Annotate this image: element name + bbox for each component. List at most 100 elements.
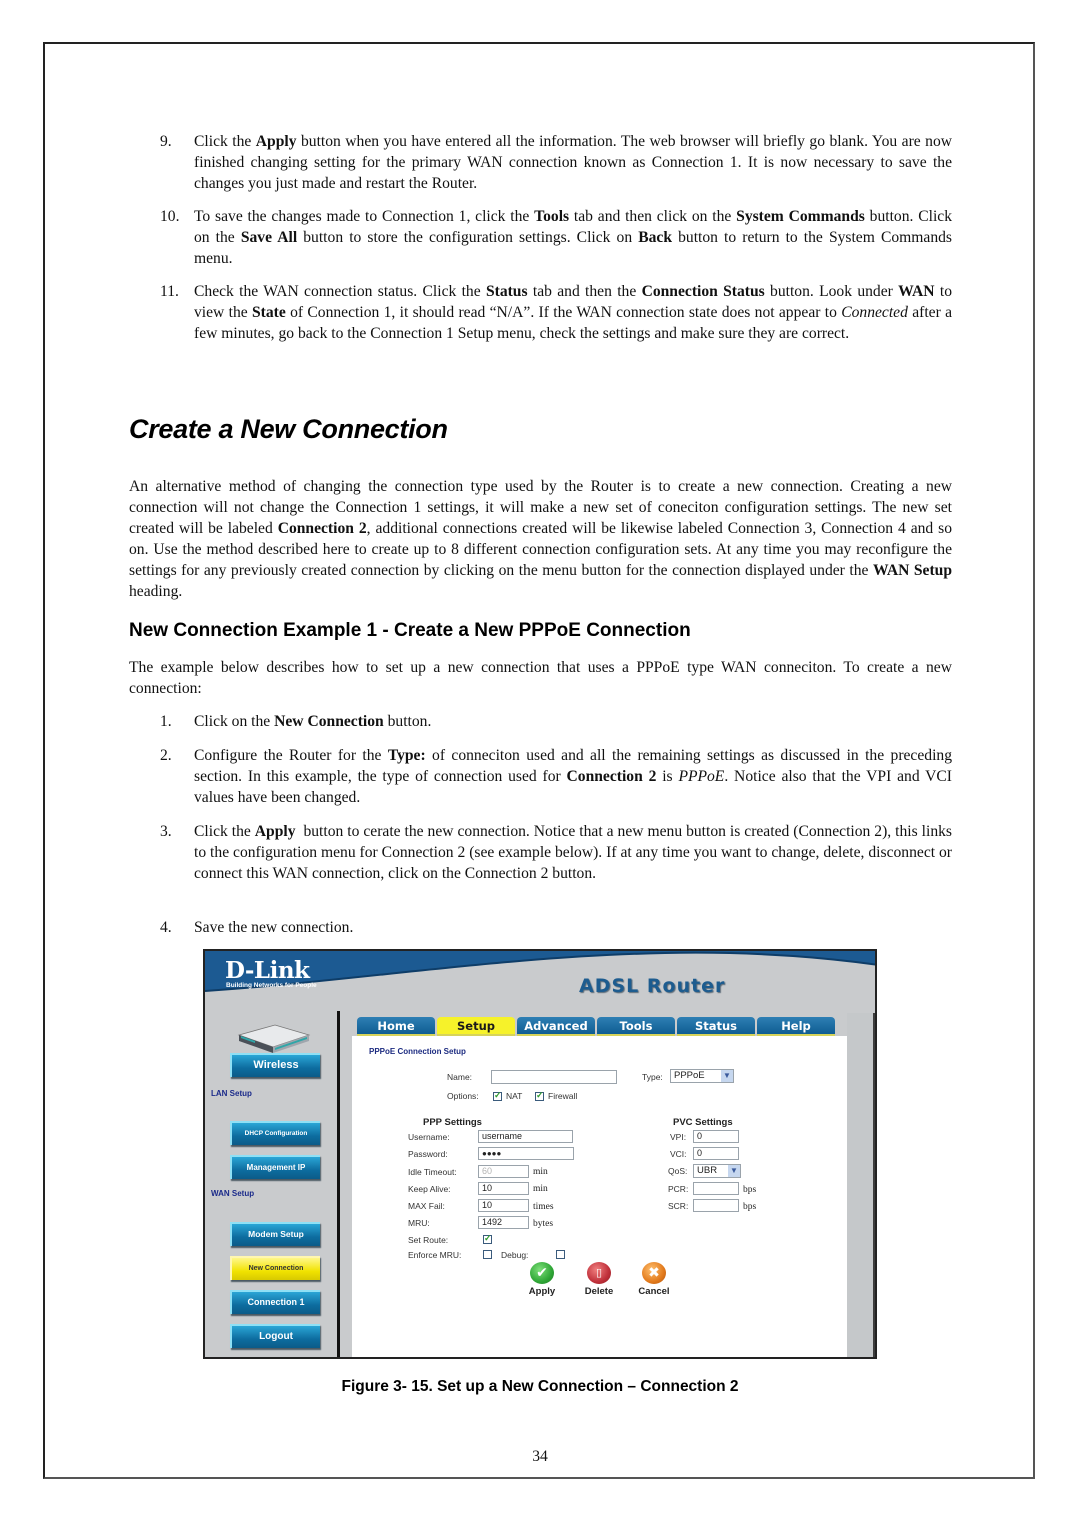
figure-caption: Figure 3- 15. Set up a New Connection – … — [341, 1378, 739, 1395]
pvc-settings-heading: PVC Settings — [673, 1117, 733, 1128]
step-9: 9. Click the Apply button when you have … — [160, 131, 952, 194]
apply-button[interactable]: ✔ Apply — [512, 1262, 572, 1297]
firewall-checkbox[interactable] — [535, 1090, 544, 1101]
router-device-icon — [237, 1024, 311, 1053]
sidebar-divider — [337, 1011, 340, 1357]
step-text: Check the WAN connection status. Click t… — [194, 283, 952, 342]
nat-checkbox[interactable] — [493, 1090, 502, 1101]
max-fail-input[interactable]: 10 — [478, 1199, 529, 1212]
router-screenshot: D-Link Building Networks for People ADSL… — [203, 949, 877, 1359]
debug-label: Debug: — [501, 1250, 529, 1260]
max-fail-label: MAX Fail: — [408, 1201, 445, 1211]
pcr-label: PCR: — [668, 1184, 689, 1194]
sidebar-dhcp-button[interactable]: DHCP Configuration — [230, 1121, 320, 1145]
enforce-mru-checkbox[interactable] — [483, 1250, 492, 1259]
mru-label: MRU: — [408, 1218, 430, 1228]
example-step-2: 2. Configure the Router for the Type: of… — [160, 745, 952, 808]
dlink-logo: D-Link — [225, 957, 310, 984]
sidebar-wireless-button[interactable]: Wireless — [230, 1053, 320, 1077]
tab-help[interactable]: Help — [757, 1017, 835, 1036]
scr-label: SCR: — [668, 1201, 689, 1211]
qos-select[interactable]: UBR ▼ — [693, 1164, 741, 1178]
set-route-checkbox[interactable] — [483, 1233, 492, 1244]
chevron-down-icon: ▼ — [728, 1165, 740, 1177]
vci-label: VCI: — [670, 1149, 687, 1159]
page-number: 34 — [532, 1448, 548, 1465]
scr-unit: bps — [743, 1202, 757, 1212]
firewall-label: Firewall — [548, 1091, 578, 1101]
sidebar-new-connection-button[interactable]: New Connection — [230, 1256, 320, 1280]
apply-label: Apply — [528, 1286, 556, 1297]
step-number: 2. — [160, 747, 172, 764]
tab-setup[interactable]: Setup — [437, 1017, 515, 1036]
scr-input[interactable] — [693, 1199, 739, 1212]
example-step-4: 4. Save the new connection. — [160, 917, 952, 938]
step-text: Click the Apply button to cerate the new… — [194, 823, 952, 882]
sidebar-logout-button[interactable]: Logout — [230, 1324, 320, 1348]
delete-button[interactable]: ▯ Delete — [569, 1262, 629, 1297]
x-icon: ✖ — [642, 1262, 666, 1284]
idle-timeout-label: Idle Timeout: — [408, 1167, 457, 1177]
step-text: Click the Apply button when you have ent… — [194, 133, 953, 192]
step-10: 10. To save the changes made to Connecti… — [160, 206, 952, 269]
name-input[interactable] — [491, 1070, 617, 1084]
keep-alive-label: Keep Alive: — [408, 1184, 451, 1194]
step-number: 11. — [160, 283, 179, 300]
sidebar-modem-setup-button[interactable]: Modem Setup — [230, 1222, 320, 1246]
dlink-tagline: Building Networks for People — [226, 982, 317, 989]
cancel-button[interactable]: ✖ Cancel — [624, 1262, 684, 1297]
step-number: 3. — [160, 823, 172, 840]
keep-alive-input[interactable]: 10 — [478, 1182, 529, 1195]
tab-advanced[interactable]: Advanced — [517, 1017, 595, 1036]
step-text: To save the changes made to Connection 1… — [194, 208, 952, 267]
step-number: 9. — [160, 133, 172, 150]
idle-timeout-input[interactable]: 60 — [478, 1165, 529, 1178]
intro-paragraph: An alternative method of changing the co… — [129, 478, 952, 600]
keep-alive-unit: min — [533, 1184, 548, 1194]
type-label: Type: — [642, 1072, 663, 1082]
ppp-settings-heading: PPP Settings — [423, 1117, 482, 1128]
step-number: 10. — [160, 208, 180, 225]
options-label: Options: — [447, 1091, 479, 1101]
step-11: 11. Check the WAN connection status. Cli… — [160, 281, 952, 344]
sidebar-wan-heading: WAN Setup — [211, 1189, 255, 1198]
form-title: PPPoE Connection Setup — [369, 1047, 466, 1056]
chevron-down-icon: ▼ — [721, 1070, 733, 1082]
pcr-unit: bps — [743, 1185, 757, 1195]
example-paragraph: The example below describes how to set u… — [129, 659, 952, 697]
mru-unit: bytes — [533, 1219, 554, 1229]
tab-status[interactable]: Status — [677, 1017, 755, 1036]
trash-icon: ▯ — [587, 1262, 611, 1284]
sidebar-connection1-button[interactable]: Connection 1 — [230, 1290, 320, 1314]
router-header: D-Link Building Networks for People ADSL… — [205, 951, 875, 1013]
cancel-label: Cancel — [638, 1286, 670, 1297]
section-title: Create a New Connection — [129, 414, 448, 444]
router-right-margin — [847, 1013, 875, 1357]
nat-label: NAT — [506, 1091, 523, 1101]
step-text: Configure the Router for the Type: of co… — [194, 747, 953, 806]
vpi-input[interactable]: 0 — [693, 1130, 739, 1143]
tab-home[interactable]: Home — [357, 1017, 435, 1036]
username-label: Username: — [408, 1132, 450, 1142]
type-select[interactable]: PPPoE ▼ — [670, 1069, 734, 1083]
debug-checkbox[interactable] — [556, 1250, 565, 1259]
qos-select-value: UBR — [697, 1165, 718, 1176]
mru-input[interactable]: 1492 — [478, 1216, 529, 1229]
sidebar-lan-heading: LAN Setup — [211, 1089, 252, 1098]
max-fail-unit: times — [533, 1202, 554, 1212]
password-label: Password: — [408, 1149, 448, 1159]
idle-timeout-unit: min — [533, 1167, 548, 1177]
example-step-3: 3. Click the Apply button to cerate the … — [160, 821, 952, 884]
form-panel: PPPoE Connection Setup Name: Type: PPPoE… — [352, 1036, 847, 1357]
step-number: 1. — [160, 713, 172, 730]
tab-tools[interactable]: Tools — [597, 1017, 675, 1036]
delete-label: Delete — [584, 1286, 614, 1297]
vci-input[interactable]: 0 — [693, 1147, 739, 1160]
enforce-mru-label: Enforce MRU: — [408, 1250, 462, 1260]
sidebar-management-ip-button[interactable]: Management IP — [230, 1155, 320, 1179]
checkmark-icon: ✔ — [530, 1262, 554, 1284]
pcr-input[interactable] — [693, 1182, 739, 1195]
subsection-title: New Connection Example 1 - Create a New … — [129, 620, 691, 641]
username-input[interactable]: username — [478, 1130, 573, 1143]
password-input[interactable]: ●●●● — [478, 1147, 574, 1160]
